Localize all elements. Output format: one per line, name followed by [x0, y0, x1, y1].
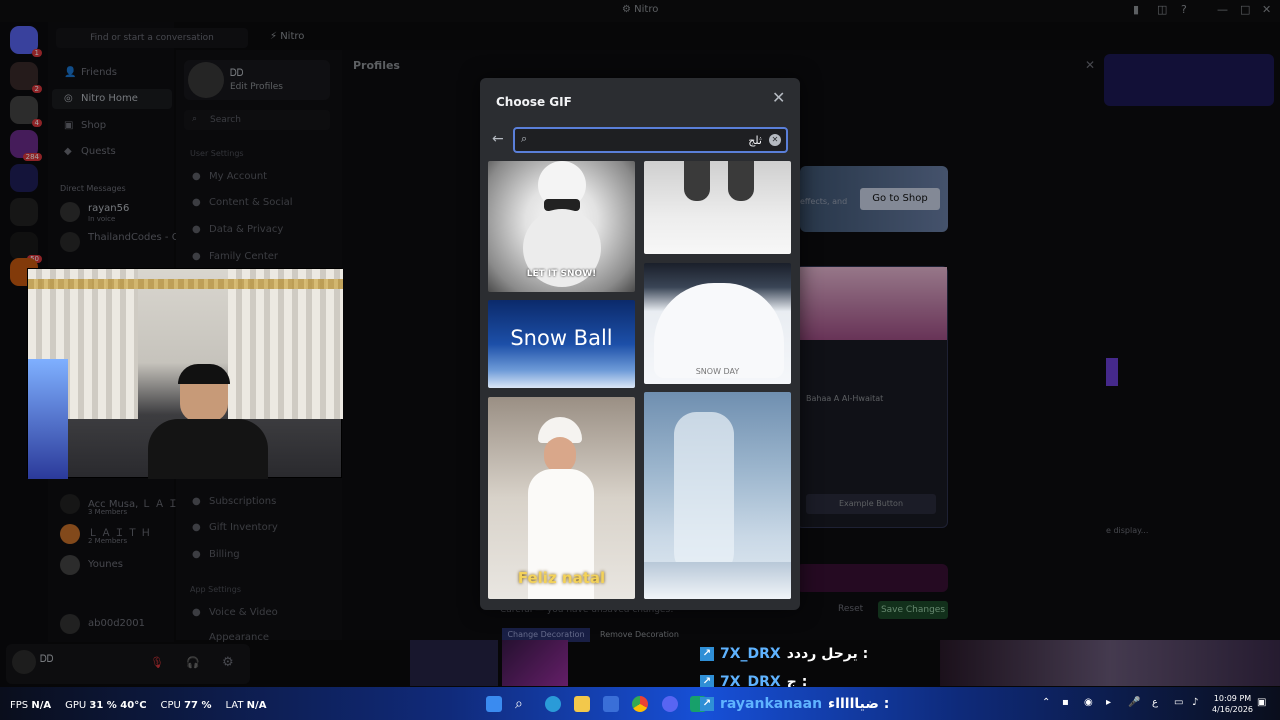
streamer	[148, 364, 268, 479]
gpu-stat: GPU 31 % 40°C	[65, 700, 146, 711]
curtain-valance	[28, 279, 343, 289]
gif-search-input[interactable]	[537, 132, 762, 148]
file-explorer-icon[interactable]	[574, 696, 590, 712]
lat-stat: LAT N/A	[226, 700, 267, 711]
system-clock[interactable]: 10:09 PM 4/16/2026	[1212, 693, 1253, 715]
store-icon[interactable]	[603, 696, 619, 712]
woman-face	[544, 437, 576, 473]
gpu-value: 31 % 40°C	[89, 700, 147, 711]
stream-chat-overlay-bottom: ↗ rayankanaan : ضياااااء	[700, 692, 889, 716]
search-icon: ⌕	[521, 132, 528, 145]
language-icon[interactable]: ع	[1152, 697, 1158, 708]
snow-pile	[654, 283, 784, 378]
steam-icon[interactable]: ◉	[1084, 697, 1093, 708]
monitor-glow	[28, 359, 68, 479]
fps-label: FPS	[10, 700, 29, 711]
lat-label: LAT	[225, 700, 244, 711]
tray-app-icon[interactable]: ▸	[1106, 697, 1111, 708]
lat-value: N/A	[246, 700, 267, 711]
chat-user-icon: ↗	[700, 647, 714, 661]
snow-boot	[684, 161, 710, 201]
gif-search-field[interactable]: ⌕ ✕	[513, 127, 788, 153]
gif-caption: Snow Ball	[510, 326, 613, 350]
volume-icon[interactable]: ♪	[1192, 697, 1198, 708]
gpu-label: GPU	[65, 700, 87, 711]
windows-start-icon[interactable]	[486, 696, 502, 712]
fps-stat: FPS N/A	[10, 700, 51, 711]
gif-tile[interactable]: Feliz natal	[488, 397, 635, 599]
fps-value: N/A	[31, 700, 52, 711]
chat-username: rayankanaan	[720, 696, 823, 712]
webcam-feed	[27, 268, 343, 479]
chat-message: : يرحل رددد	[786, 646, 869, 662]
gif-tile[interactable]	[644, 392, 791, 599]
performance-overlay: FPS N/A GPU 31 % 40°C CPU 77 % LAT N/A	[10, 700, 266, 711]
chat-user-icon: ↗	[700, 697, 714, 711]
gif-caption: LET IT SNOW!	[526, 269, 597, 279]
cpu-stat: CPU 77 %	[161, 700, 212, 711]
snow-queen	[674, 412, 734, 582]
microphone-icon[interactable]: 🎤	[1128, 697, 1140, 708]
snowy-trees	[644, 562, 791, 599]
network-icon[interactable]: ▭	[1174, 697, 1183, 708]
chrome-icon[interactable]	[632, 696, 648, 712]
gif-tile[interactable]: Snow Ball	[488, 300, 635, 388]
back-arrow-icon[interactable]: ←	[492, 131, 504, 147]
notifications-icon[interactable]: ▣	[1257, 697, 1266, 708]
shirt	[148, 419, 268, 479]
gif-tile[interactable]: LET IT SNOW!	[488, 161, 635, 292]
edge-icon[interactable]	[545, 696, 561, 712]
discord-icon[interactable]	[662, 696, 678, 712]
hair	[178, 364, 230, 384]
chat-row: ↗ 7X_DRX : يرحل رددد	[700, 640, 868, 668]
gif-caption: SNOW DAY	[695, 367, 740, 376]
gif-caption: Feliz natal	[517, 569, 606, 587]
search-icon[interactable]: ⌕	[515, 696, 531, 712]
snow-boot	[728, 161, 754, 201]
gif-tile[interactable]: SNOW DAY	[644, 263, 791, 384]
gif-tile[interactable]	[644, 161, 791, 254]
chat-username: 7X_DRX	[720, 646, 781, 662]
tray-overflow-icon[interactable]: ⌃	[1042, 697, 1050, 708]
tray-app-icon[interactable]: ▪	[1062, 697, 1069, 708]
chat-row: ↗ rayankanaan : ضياااااء	[700, 692, 889, 716]
clock-date: 4/16/2026	[1212, 705, 1254, 714]
chat-message: : ضياااااء	[828, 696, 890, 712]
close-icon[interactable]: ✕	[772, 88, 785, 107]
clear-search-icon[interactable]: ✕	[769, 134, 781, 146]
cpu-value: 77 %	[184, 700, 212, 711]
cpu-label: CPU	[160, 700, 181, 711]
modal-title: Choose GIF	[496, 95, 572, 109]
clock-time: 10:09 PM	[1213, 694, 1252, 703]
choose-gif-modal: Choose GIF ✕ ← ⌕ ✕ LET IT SNOW! Snow Bal…	[480, 78, 800, 610]
